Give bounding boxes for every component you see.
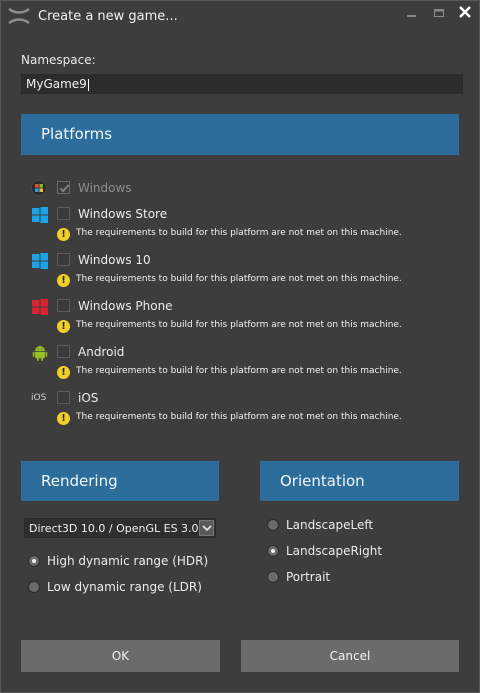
windows-logo-icon: [31, 252, 49, 270]
windows-flag-icon: [31, 180, 49, 198]
warning-text: The requirements to build for this platf…: [76, 366, 402, 376]
minimize-button[interactable]: [401, 5, 423, 27]
window-title: Create a new game...: [38, 9, 178, 24]
platform-windows-store-checkbox[interactable]: [57, 207, 70, 220]
platform-android-label: Android: [78, 345, 125, 359]
platform-windows-10-checkbox[interactable]: [57, 253, 70, 266]
title-bar[interactable]: Create a new game...: [1, 1, 479, 33]
warning-text: The requirements to build for this platf…: [76, 274, 402, 284]
radio-landscape-right-label: LandscapeRight: [286, 544, 383, 558]
close-button[interactable]: [454, 5, 476, 27]
warning-icon: !: [57, 228, 70, 241]
platform-windows-10-label: Windows 10: [78, 253, 151, 267]
graphics-api-selected: Direct3D 10.0 / OpenGL ES 3.0: [29, 522, 199, 535]
platform-windows-phone-checkbox[interactable]: [57, 299, 70, 312]
platforms-header: Platforms: [21, 114, 459, 155]
radio-landscape-right-indicator[interactable]: [267, 545, 279, 557]
maximize-button[interactable]: [428, 5, 450, 27]
android-icon: [31, 344, 49, 362]
warning-text: The requirements to build for this platf…: [76, 412, 402, 422]
namespace-value: MyGame9: [26, 77, 87, 91]
namespace-label: Namespace:: [21, 53, 96, 67]
warning-icon: !: [57, 320, 70, 333]
platform-windows-phone-label: Windows Phone: [78, 299, 173, 313]
xenko-logo-icon: [8, 7, 30, 25]
radio-ldr-label: Low dynamic range (LDR): [47, 580, 202, 594]
new-game-dialog: Create a new game... Namespace: MyGame9 …: [0, 0, 480, 693]
platform-windows-checkbox[interactable]: [57, 181, 70, 194]
platform-ios-label: iOS: [78, 391, 99, 405]
platform-windows-label: Windows: [78, 181, 132, 195]
radio-portrait-indicator[interactable]: [267, 571, 279, 583]
ios-text-icon: iOS: [31, 393, 47, 403]
warning-icon: !: [57, 274, 70, 287]
rendering-header: Rendering: [21, 461, 219, 501]
cancel-button[interactable]: Cancel: [241, 640, 459, 672]
text-caret: [87, 78, 89, 91]
radio-portrait-label: Portrait: [286, 570, 331, 584]
ok-button[interactable]: OK: [21, 640, 220, 672]
close-icon: [459, 6, 471, 18]
orientation-header: Orientation: [260, 461, 459, 501]
graphics-api-dropdown[interactable]: Direct3D 10.0 / OpenGL ES 3.0: [24, 518, 216, 538]
namespace-input[interactable]: MyGame9: [21, 74, 463, 94]
platform-ios-checkbox[interactable]: [57, 391, 70, 404]
radio-hdr-label: High dynamic range (HDR): [47, 554, 209, 568]
radio-ldr-indicator[interactable]: [28, 581, 40, 593]
warning-icon: !: [57, 366, 70, 379]
chevron-down-icon[interactable]: [199, 520, 214, 536]
radio-landscape-left-indicator[interactable]: [267, 519, 279, 531]
radio-hdr-indicator[interactable]: [28, 555, 40, 567]
warning-text: The requirements to build for this platf…: [76, 320, 402, 330]
radio-landscape-left-label: LandscapeLeft: [286, 518, 374, 532]
windows-phone-logo-icon: [31, 298, 49, 316]
windows-logo-icon: [31, 206, 49, 224]
warning-text: The requirements to build for this platf…: [76, 228, 402, 238]
warning-icon: !: [57, 412, 70, 425]
platform-windows-store-label: Windows Store: [78, 207, 168, 221]
platform-android-checkbox[interactable]: [57, 345, 70, 358]
